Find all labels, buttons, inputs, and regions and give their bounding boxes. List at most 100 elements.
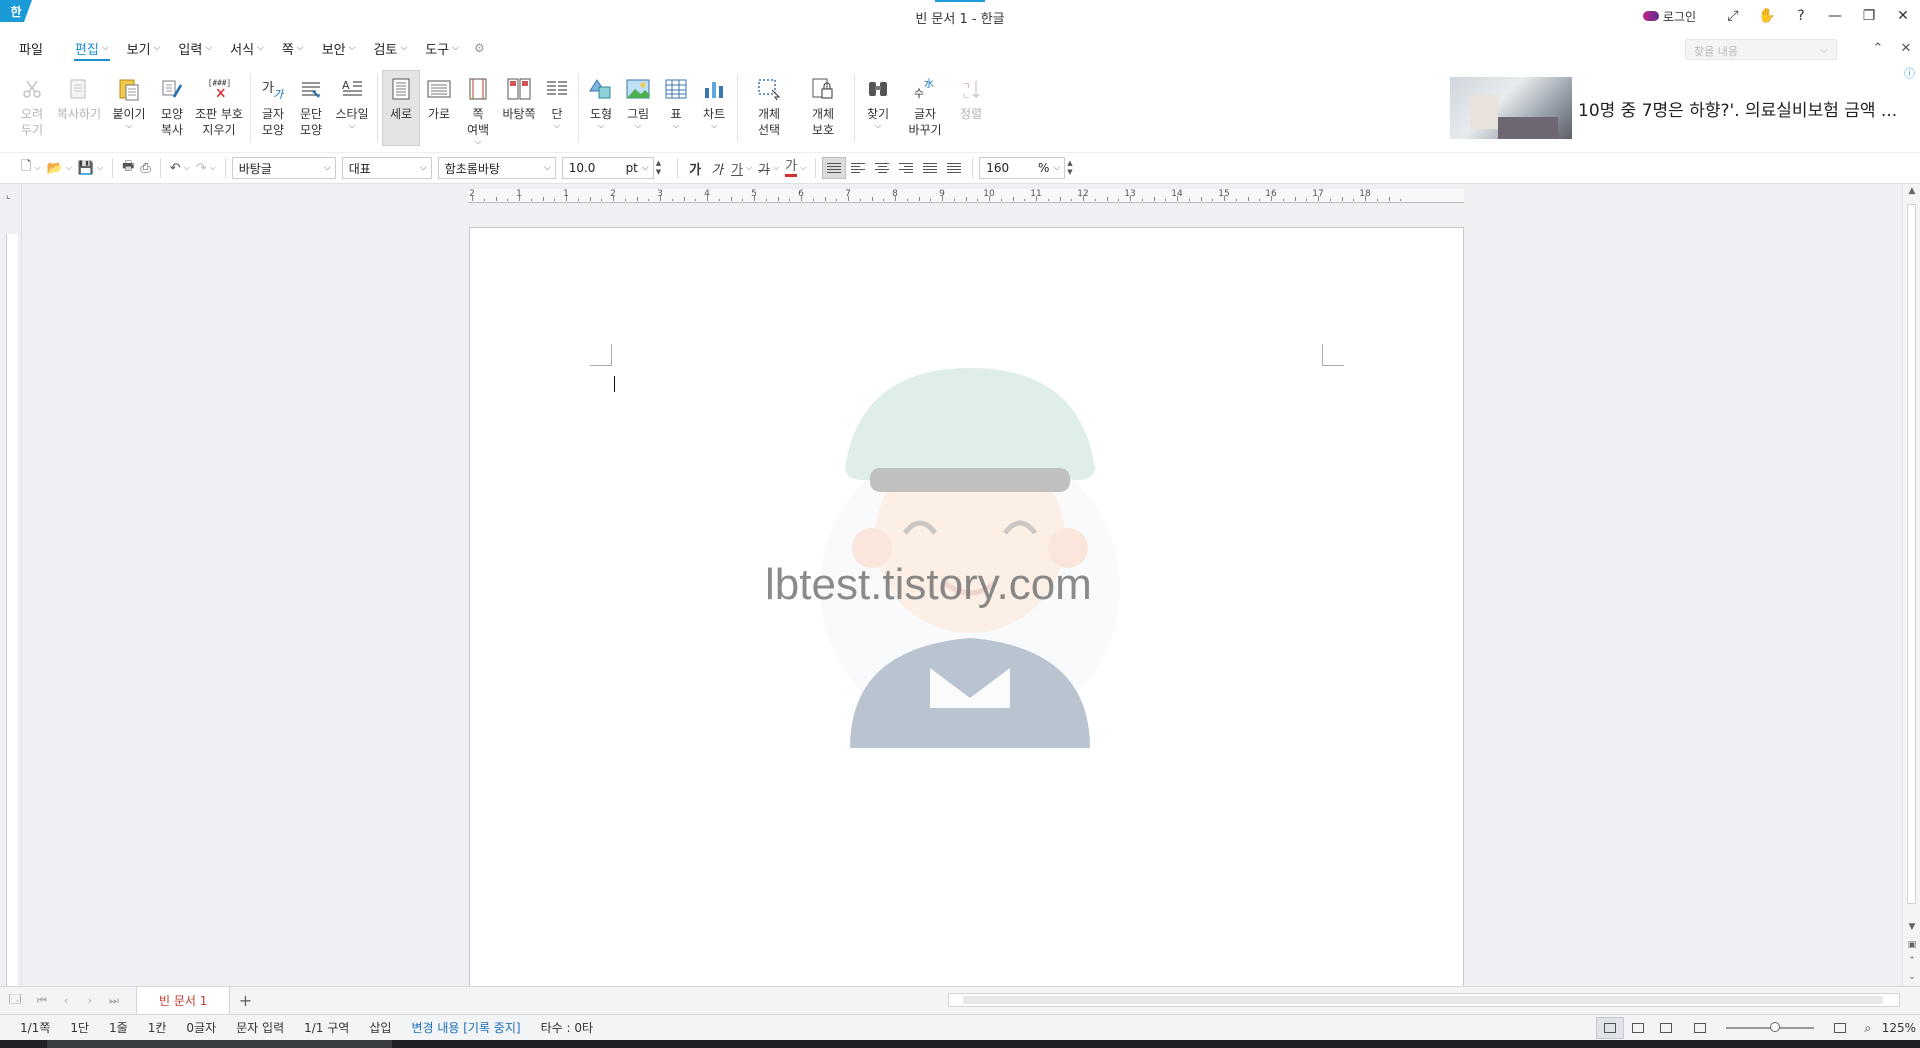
italic-button[interactable]: 가 (706, 159, 728, 178)
prev-tab-icon[interactable]: ‹ (54, 994, 78, 1007)
extension-icon[interactable]: ⚙ (474, 41, 490, 55)
menu-file[interactable]: 파일 (10, 32, 52, 64)
table-button[interactable]: 표 ⌵ (657, 64, 695, 152)
ruler-corner-icon[interactable]: ⌞ (6, 190, 11, 201)
zoom-level[interactable]: 125% (1882, 1021, 1916, 1035)
menu-view[interactable]: 보기 ⌵ (118, 32, 170, 64)
undo-button[interactable]: ↶ ⌵ (167, 157, 193, 179)
style-select[interactable]: 바탕글 ⌵ (231, 157, 336, 179)
help-icon[interactable]: ? (1784, 0, 1818, 32)
status-mode[interactable]: 문자 입력 (236, 1019, 284, 1036)
vertical-ruler[interactable]: ⌞ (0, 184, 22, 986)
chevron-down-icon[interactable]: ▼ (656, 168, 661, 177)
vertical-scrollbar-thumb[interactable] (1907, 204, 1916, 904)
align-right-button[interactable] (894, 157, 918, 179)
redo-button[interactable]: ↷ ⌵ (193, 157, 219, 179)
chevron-down-icon[interactable]: ⌵ (1053, 163, 1060, 173)
login-button[interactable]: 로그인 (1642, 8, 1696, 25)
scroll-down-icon[interactable]: ▼ (1903, 922, 1920, 932)
fullscreen-icon[interactable]: ⤢ (1716, 0, 1750, 32)
first-tab-icon[interactable]: ⏮ (30, 994, 54, 1008)
save-button[interactable]: 💾 ⌵ (75, 157, 106, 179)
menu-insert[interactable]: 입력 ⌵ (169, 32, 221, 64)
next-page-icon[interactable]: ⌄ (1903, 972, 1920, 982)
format-painter-button[interactable]: 모양 복사 (152, 64, 192, 152)
new-document-button[interactable]: 🗋 ⌵ (18, 157, 44, 179)
next-tab-icon[interactable]: › (78, 994, 102, 1007)
font-select[interactable]: 함초롬바탕 ⌵ (437, 157, 556, 179)
sort-button[interactable]: ㄱㄴ 정렬 (953, 64, 989, 152)
chevron-up-icon[interactable]: ▲ (1067, 159, 1072, 168)
status-insert[interactable]: 삽입 (369, 1019, 391, 1036)
align-left-button[interactable] (846, 157, 870, 179)
status-page[interactable]: 1/1쪽 (20, 1019, 50, 1036)
prev-page-icon[interactable]: ⌃ (1903, 956, 1920, 966)
align-divide-button[interactable] (942, 157, 966, 179)
shape-button[interactable]: 도형 ⌵ (583, 64, 619, 152)
paste-button[interactable]: 붙이기 ⌵ (106, 64, 152, 152)
char-convert-button[interactable]: 수水 글자 바꾸기 (897, 64, 953, 152)
copy-button[interactable]: 복사하기 (52, 64, 106, 152)
horizontal-scrollbar-thumb[interactable] (963, 996, 1883, 1004)
line-spacing-input[interactable]: 160 % ⌵ (979, 157, 1066, 179)
master-page-button[interactable]: 바탕쪽 (498, 64, 540, 152)
object-protect-button[interactable]: 개체 보호 (796, 64, 850, 152)
hand-icon[interactable]: ✋ (1750, 0, 1784, 32)
paragraph-format-button[interactable]: 문단 모양 (291, 64, 331, 152)
picture-button[interactable]: 그림 ⌵ (619, 64, 657, 152)
zoom-fit-icon[interactable] (1826, 1017, 1854, 1039)
language-select[interactable]: 대표 ⌵ (341, 157, 432, 179)
chevron-down-icon[interactable]: ⌵ (1820, 43, 1828, 56)
tab-list-icon[interactable]: 🗔 (0, 990, 30, 1011)
page-view-icon[interactable] (1595, 1017, 1624, 1039)
last-tab-icon[interactable]: ⏭ (102, 994, 126, 1008)
print-button[interactable]: 🖶 (119, 157, 137, 179)
landscape-button[interactable]: 가로 (420, 64, 458, 152)
open-button[interactable]: 📂 ⌵ (44, 157, 75, 179)
style-button[interactable]: A 스타일 ⌵ (331, 64, 373, 152)
align-distribute-button[interactable] (918, 157, 942, 179)
find-input[interactable]: 찾을 내용 ⌵ (1685, 39, 1837, 60)
scroll-up-icon[interactable]: ▲ (1903, 186, 1920, 196)
cut-button[interactable]: 오려 두기 (12, 64, 52, 152)
ad-banner[interactable]: 10명 중 7명은 하향?'. 의료실비보험 금액 ... (1450, 77, 1920, 139)
clear-format-button[interactable]: [###] 조판 부호 지우기 (192, 64, 246, 152)
object-select-button[interactable]: 개체 선택 (742, 64, 796, 152)
restore-icon[interactable]: ❐ (1852, 0, 1886, 32)
vertical-scrollbar[interactable]: ▲ ▼ ▣ ⌃ ⌄ (1902, 184, 1920, 986)
strikethrough-button[interactable]: 가 ⌵ (755, 157, 782, 179)
menu-tools[interactable]: 도구 ⌵ (416, 32, 468, 64)
zoom-slider[interactable] (1725, 1022, 1814, 1032)
width-view-icon[interactable] (1624, 1017, 1652, 1039)
find-button[interactable]: 찾기 ⌵ (859, 64, 897, 152)
collapse-ribbon-icon[interactable]: ⌃ (1864, 41, 1892, 56)
underline-button[interactable]: 가 ⌵ (728, 157, 755, 179)
menu-edit[interactable]: 편집 ⌵ (66, 32, 118, 64)
document-page[interactable]: lbtest.tistory.com (469, 227, 1464, 986)
chart-button[interactable]: 차트 ⌵ (695, 64, 733, 152)
print-preview-button[interactable]: ⎙ (137, 157, 153, 179)
zoom-slider-knob[interactable] (1769, 1022, 1780, 1032)
char-format-button[interactable]: 가가 글자 모양 (255, 64, 291, 152)
font-color-button[interactable]: 가 ⌵ (782, 157, 809, 179)
page-mode-icon[interactable]: ▣ (1903, 940, 1920, 950)
menu-page[interactable]: 쪽 ⌵ (273, 32, 313, 64)
fit-view-icon[interactable] (1686, 1017, 1714, 1039)
menu-review[interactable]: 검토 ⌵ (364, 32, 416, 64)
close-icon[interactable]: ✕ (1886, 0, 1920, 32)
app-logo[interactable]: 한 (0, 0, 32, 22)
chevron-up-icon[interactable]: ▲ (656, 159, 661, 168)
tab-document-1[interactable]: 빈 문서 1 (136, 987, 231, 1014)
close-document-icon[interactable]: ✕ (1892, 41, 1920, 56)
align-justify-button[interactable] (822, 157, 847, 179)
portrait-button[interactable]: 세로 (382, 70, 420, 146)
chevron-down-icon[interactable]: ▼ (1067, 168, 1072, 177)
align-center-button[interactable] (870, 157, 894, 179)
status-track-changes[interactable]: 변경 내용 [기록 중지] (411, 1019, 520, 1036)
menu-format[interactable]: 서식 ⌵ (221, 32, 273, 64)
font-size-stepper[interactable]: ▲ ▼ (656, 159, 661, 177)
add-tab-icon[interactable]: + (230, 991, 260, 1010)
horizontal-scrollbar[interactable] (948, 993, 1900, 1007)
chevron-down-icon[interactable]: ⌵ (642, 163, 649, 173)
horizontal-ruler[interactable]: 2 1 1 2 3 4 5 6 7 8 9 10 11 12 13 14 15 16 17 18 (468, 189, 1464, 205)
